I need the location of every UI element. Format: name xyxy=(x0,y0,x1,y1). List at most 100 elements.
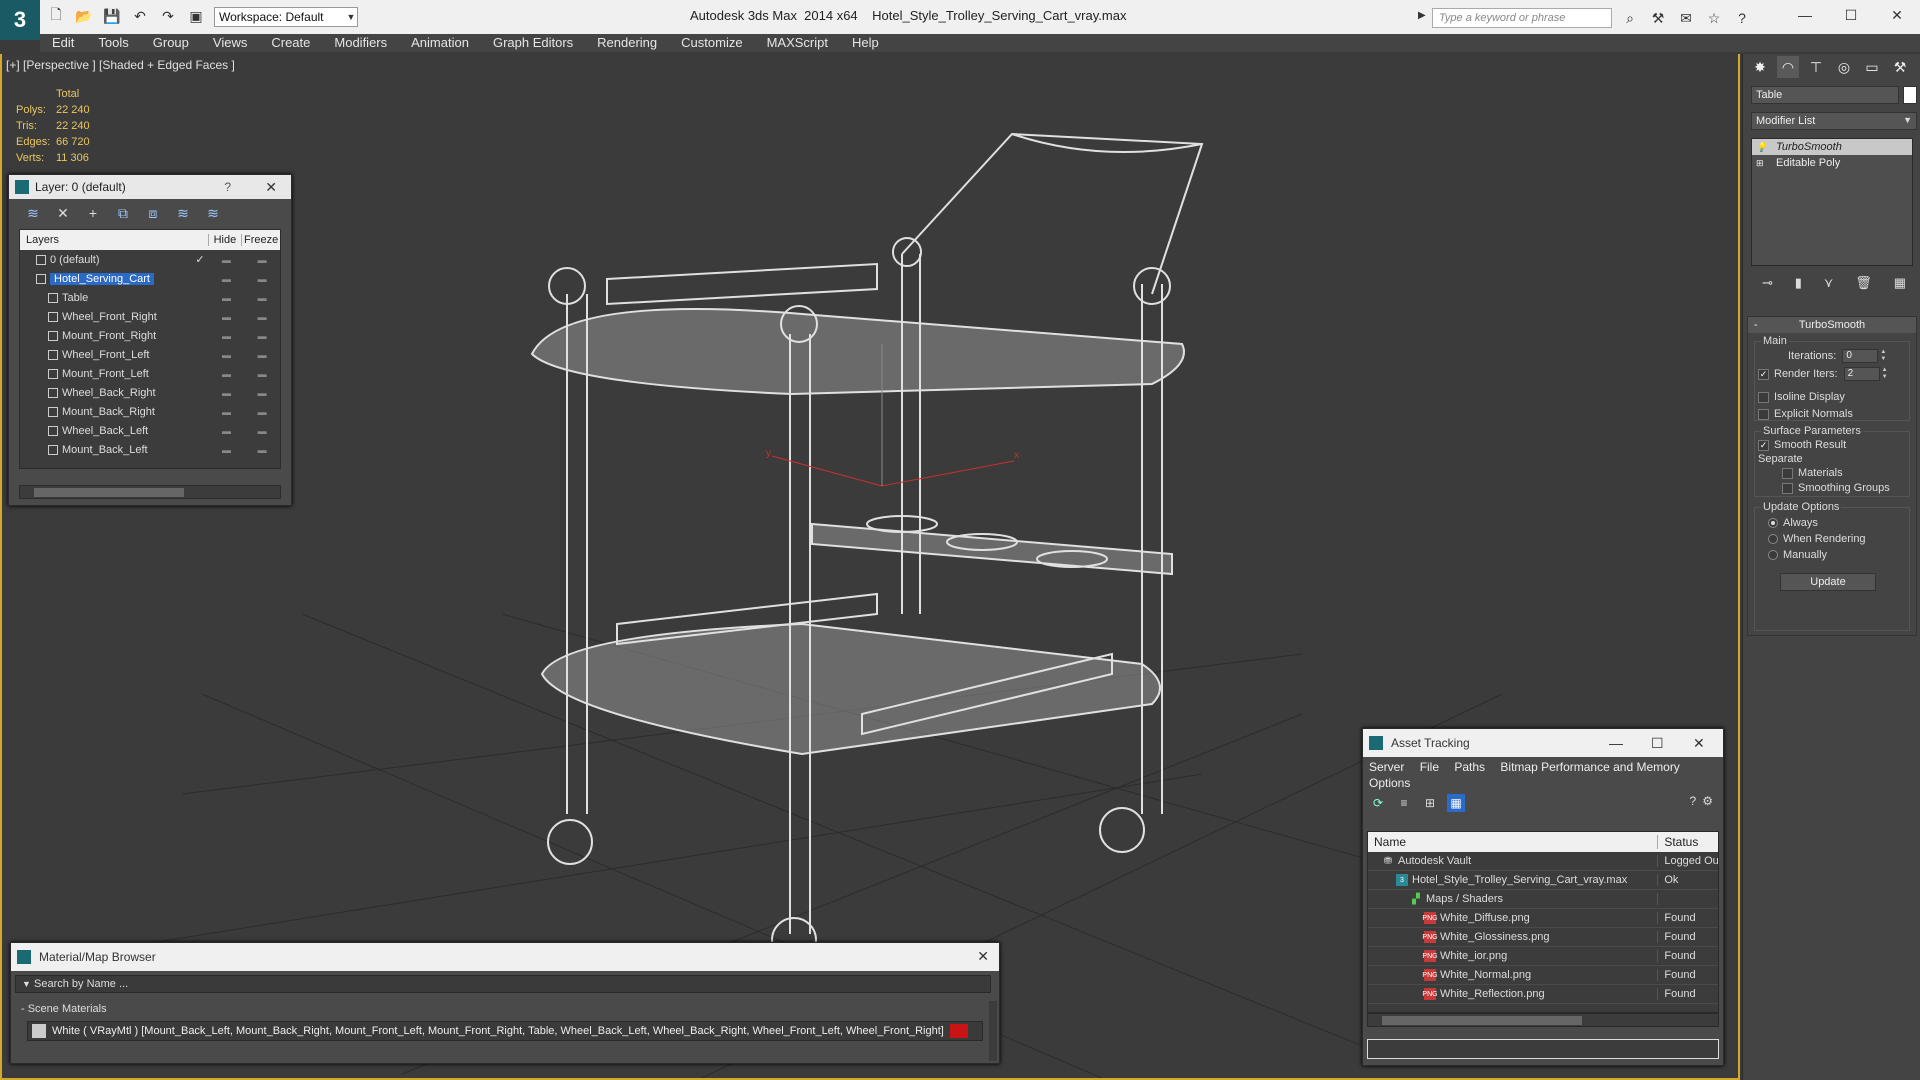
menu-create[interactable]: Create xyxy=(259,34,322,52)
horizontal-scrollbar[interactable] xyxy=(1367,1013,1719,1027)
motion-tab-icon[interactable]: ◎ xyxy=(1833,56,1855,78)
menu-views[interactable]: Views xyxy=(201,34,259,52)
options-icon[interactable]: ⚙ xyxy=(1702,794,1713,808)
search-input[interactable]: Type a keyword or phrase xyxy=(1432,8,1612,28)
add-to-layer-icon[interactable]: + xyxy=(83,203,103,223)
menu-options[interactable]: Options xyxy=(1369,776,1410,790)
menu-customize[interactable]: Customize xyxy=(669,34,754,52)
display-tab-icon[interactable]: ▭ xyxy=(1861,56,1883,78)
hide-toggle[interactable]: ▬ xyxy=(209,274,245,284)
rollout-title[interactable]: - TurboSmooth xyxy=(1748,317,1916,333)
asset-row[interactable]: ▞ Maps / Shaders xyxy=(1368,890,1718,909)
scroll-thumb[interactable] xyxy=(1382,1016,1582,1025)
hide-all-layers-icon[interactable]: ≋ xyxy=(173,203,193,223)
materials-checkbox[interactable] xyxy=(1782,467,1793,479)
freeze-toggle[interactable]: ▬ xyxy=(244,388,280,398)
close-icon[interactable]: ✕ xyxy=(1874,0,1920,30)
render-iters-checkbox[interactable]: ✓ xyxy=(1758,368,1769,380)
asset-tracking-titlebar[interactable]: Asset Tracking — ☐ ✕ xyxy=(1363,729,1723,757)
utilities-tab-icon[interactable]: ⚒ xyxy=(1889,56,1911,78)
subscription-icon[interactable]: ⚒ xyxy=(1648,8,1668,28)
menu-file[interactable]: File xyxy=(1420,760,1439,774)
app-logo[interactable]: 3 xyxy=(0,0,40,40)
layer-row[interactable]: Wheel_Back_Left ▬ ▬ xyxy=(20,421,280,440)
layer-row[interactable]: Mount_Front_Left ▬ ▬ xyxy=(20,364,280,383)
modify-tab-icon[interactable]: ◠ xyxy=(1777,56,1799,78)
menu-rendering[interactable]: Rendering xyxy=(585,34,669,52)
undo-icon[interactable]: ↶ xyxy=(130,6,150,26)
asset-row[interactable]: PNG White_ior.png Found xyxy=(1368,947,1718,966)
freeze-all-layers-icon[interactable]: ≋ xyxy=(203,203,223,223)
hide-toggle[interactable]: ▬ xyxy=(209,407,245,417)
object-name-field[interactable]: Table xyxy=(1751,86,1899,104)
layer-panel-titlebar[interactable]: Layer: 0 (default) ? ✕ xyxy=(9,175,291,199)
modifier-list-dropdown[interactable]: Modifier List ▼ xyxy=(1751,112,1917,130)
save-icon[interactable]: 💾 xyxy=(102,6,122,26)
table-view-icon[interactable]: ▦ xyxy=(1447,794,1465,812)
open-file-icon[interactable]: 📂 xyxy=(74,6,94,26)
freeze-toggle[interactable]: ▬ xyxy=(244,407,280,417)
lightbulb-icon[interactable]: 💡 xyxy=(1756,142,1767,153)
trolley-wireframe[interactable] xyxy=(530,132,1204,963)
tree-view-icon[interactable]: ⊞ xyxy=(1421,794,1439,812)
asset-row[interactable]: 3 Hotel_Style_Trolley_Serving_Cart_vray.m… xyxy=(1368,871,1718,890)
freeze-toggle[interactable]: ▬ xyxy=(244,274,280,284)
column-hide[interactable]: Hide xyxy=(209,234,243,246)
communication-icon[interactable]: ✉ xyxy=(1676,8,1696,28)
horizontal-scrollbar[interactable] xyxy=(19,485,281,499)
layer-row[interactable]: Wheel_Back_Right ▬ ▬ xyxy=(20,383,280,402)
menu-help[interactable]: Help xyxy=(840,34,891,52)
freeze-toggle[interactable]: ▬ xyxy=(244,426,280,436)
spinner-arrows-icon[interactable]: ▲ ▼ xyxy=(1880,349,1888,363)
stack-item-turbosmooth[interactable]: 💡 TurboSmooth xyxy=(1752,139,1912,155)
menu-maxscript[interactable]: MAXScript xyxy=(755,34,840,52)
menu-paths[interactable]: Paths xyxy=(1454,760,1485,774)
hide-toggle[interactable]: ▬ xyxy=(209,388,245,398)
material-browser-titlebar[interactable]: Material/Map Browser ✕ xyxy=(11,943,999,971)
material-row[interactable]: White ( VRayMtl ) [Mount_Back_Left, Moun… xyxy=(27,1021,983,1041)
help-icon[interactable]: ? xyxy=(224,180,231,194)
hide-toggle[interactable]: ▬ xyxy=(209,350,245,360)
help-icon[interactable]: ? xyxy=(1690,794,1697,808)
menu-edit[interactable]: Edit xyxy=(40,34,86,52)
asset-row[interactable]: PNG White_Reflection.png Found xyxy=(1368,985,1718,1004)
menu-bitmap-performance[interactable]: Bitmap Performance and Memory xyxy=(1500,760,1679,774)
menu-server[interactable]: Server xyxy=(1369,760,1404,774)
chevron-down-icon[interactable]: ▼ xyxy=(22,979,31,989)
viewport-label[interactable]: [+] [Perspective ] [Shaded + Edged Faces… xyxy=(6,58,235,72)
hide-toggle[interactable]: ▬ xyxy=(209,312,245,322)
minimize-icon[interactable]: — xyxy=(1782,0,1828,30)
asset-row[interactable]: PNG White_Glossiness.png Found xyxy=(1368,928,1718,947)
hide-toggle[interactable]: ▬ xyxy=(209,255,245,265)
freeze-toggle[interactable]: ▬ xyxy=(244,369,280,379)
iterations-spinner[interactable]: 0 xyxy=(1842,349,1879,363)
when-rendering-radio[interactable] xyxy=(1768,534,1778,544)
render-iters-spinner[interactable]: 2 xyxy=(1843,367,1880,381)
column-name[interactable]: Name xyxy=(1368,835,1659,849)
chevron-down-icon[interactable]: ▼ xyxy=(1903,115,1912,125)
always-radio[interactable] xyxy=(1768,518,1778,528)
menu-graph-editors[interactable]: Graph Editors xyxy=(481,34,585,52)
menu-tools[interactable]: Tools xyxy=(86,34,140,52)
select-objects-icon[interactable]: ⧉ xyxy=(113,203,133,223)
column-freeze[interactable]: Freeze xyxy=(242,234,280,246)
highlight-layer-icon[interactable]: ⧈ xyxy=(143,203,163,223)
asset-status-field[interactable] xyxy=(1367,1039,1719,1059)
hide-toggle[interactable]: ▬ xyxy=(209,293,245,303)
layer-row[interactable]: Mount_Front_Right ▬ ▬ xyxy=(20,326,280,345)
help-icon[interactable]: ? xyxy=(1732,8,1752,28)
close-icon[interactable]: ✕ xyxy=(265,179,277,196)
maximize-icon[interactable]: ☐ xyxy=(1651,735,1664,752)
scene-materials-section[interactable]: - Scene Materials xyxy=(15,1001,991,1017)
project-folder-icon[interactable]: ▣ xyxy=(186,6,206,26)
freeze-toggle[interactable]: ▬ xyxy=(244,350,280,360)
freeze-toggle[interactable]: ▬ xyxy=(244,331,280,341)
menu-modifiers[interactable]: Modifiers xyxy=(322,34,399,52)
freeze-toggle[interactable]: ▬ xyxy=(244,293,280,303)
layer-row[interactable]: Wheel_Front_Left ▬ ▬ xyxy=(20,345,280,364)
hide-toggle[interactable]: ▬ xyxy=(209,445,245,455)
vertical-scrollbar[interactable] xyxy=(989,1001,997,1061)
asset-row[interactable]: PNG White_Normal.png Found xyxy=(1368,966,1718,985)
create-layer-icon[interactable]: ≋ xyxy=(23,203,43,223)
scroll-thumb[interactable] xyxy=(34,488,184,497)
